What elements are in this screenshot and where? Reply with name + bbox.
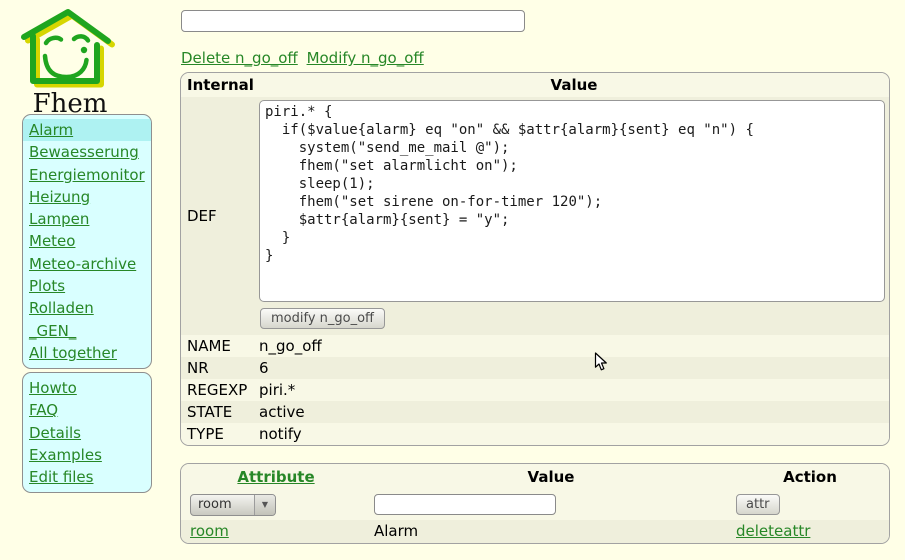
value-column-header: Value bbox=[371, 468, 731, 486]
internal-value: notify bbox=[259, 423, 889, 445]
sidebar-item-meteo[interactable]: Meteo bbox=[23, 230, 151, 252]
attributes-header-row: Attribute Value Action bbox=[181, 464, 889, 489]
attribute-controls-row: room ▼ attr bbox=[181, 489, 889, 520]
action-column-header: Action bbox=[731, 468, 889, 486]
internal-row-type: TYPE notify bbox=[181, 423, 889, 445]
internal-key: NAME bbox=[181, 335, 259, 357]
modify-device-link[interactable]: Modify n_go_off bbox=[307, 49, 424, 67]
chevron-down-icon: ▼ bbox=[254, 495, 275, 515]
attribute-row-room: room Alarm deleteattr bbox=[181, 520, 889, 543]
sidebar-item-bewaesserung[interactable]: Bewaesserung bbox=[23, 141, 151, 163]
internal-value: 6 bbox=[259, 357, 889, 379]
attribute-value-input[interactable] bbox=[374, 494, 556, 515]
attr-button[interactable]: attr bbox=[736, 494, 780, 515]
internal-value: n_go_off bbox=[259, 335, 889, 357]
attribute-column-header-link[interactable]: Attribute bbox=[237, 468, 314, 486]
def-row: DEF piri.* { if($value{alarm} eq "on" &&… bbox=[181, 97, 889, 335]
sidebar-item-heizung[interactable]: Heizung bbox=[23, 186, 151, 208]
smile-dot bbox=[81, 47, 87, 53]
modify-def-button[interactable]: modify n_go_off bbox=[260, 308, 385, 329]
internal-value: piri.* bbox=[259, 379, 889, 401]
attribute-select[interactable]: room ▼ bbox=[190, 494, 276, 516]
sidebar-item-lampen[interactable]: Lampen bbox=[23, 208, 151, 230]
sidebar-item-details[interactable]: Details bbox=[23, 422, 151, 444]
help-menu: Howto FAQ Details Examples Edit files bbox=[22, 372, 152, 493]
sidebar-item-rolladen[interactable]: Rolladen bbox=[23, 297, 151, 319]
attribute-value: Alarm bbox=[371, 520, 731, 543]
internal-key: TYPE bbox=[181, 423, 259, 445]
sidebar-item-edit-files[interactable]: Edit files bbox=[23, 466, 151, 488]
internal-key: REGEXP bbox=[181, 379, 259, 401]
internal-key: STATE bbox=[181, 401, 259, 423]
delete-device-link[interactable]: Delete n_go_off bbox=[181, 49, 298, 67]
attributes-table: Attribute Value Action room ▼ attr room … bbox=[180, 463, 890, 544]
sidebar-item-energiemonitor[interactable]: Energiemonitor bbox=[23, 164, 151, 186]
sidebar-item-gen[interactable]: _GEN_ bbox=[23, 320, 151, 342]
internal-value: active bbox=[259, 401, 889, 423]
def-label: DEF bbox=[181, 97, 259, 335]
value-column-header: Value bbox=[259, 76, 889, 94]
internal-row-nr: NR 6 bbox=[181, 357, 889, 379]
sidebar-item-plots[interactable]: Plots bbox=[23, 275, 151, 297]
room-menu: Alarm Bewaesserung Energiemonitor Heizun… bbox=[22, 114, 152, 369]
sidebar-item-meteo-archive[interactable]: Meteo-archive bbox=[23, 253, 151, 275]
fhem-house-icon bbox=[18, 5, 118, 89]
fhem-logo[interactable]: Fhem bbox=[18, 5, 122, 119]
device-action-links: Delete n_go_off Modify n_go_off bbox=[181, 49, 428, 67]
internal-column-header: Internal bbox=[181, 76, 259, 94]
sidebar-item-alarm[interactable]: Alarm bbox=[23, 119, 151, 141]
internal-row-name: NAME n_go_off bbox=[181, 335, 889, 357]
deleteattr-link[interactable]: deleteattr bbox=[736, 522, 810, 540]
command-input[interactable] bbox=[181, 10, 525, 32]
mouse-cursor bbox=[594, 352, 608, 376]
sidebar-item-faq[interactable]: FAQ bbox=[23, 399, 151, 421]
internal-row-regexp: REGEXP piri.* bbox=[181, 379, 889, 401]
sidebar-item-examples[interactable]: Examples bbox=[23, 444, 151, 466]
attribute-name-link[interactable]: room bbox=[190, 522, 229, 540]
internals-table: Internal Value DEF piri.* { if($value{al… bbox=[180, 72, 890, 446]
sidebar-item-all-together[interactable]: All together bbox=[23, 342, 151, 364]
internal-row-state: STATE active bbox=[181, 401, 889, 423]
attribute-select-value: room bbox=[191, 497, 254, 512]
def-code-textarea[interactable]: piri.* { if($value{alarm} eq "on" && $at… bbox=[259, 100, 885, 302]
sidebar-item-howto[interactable]: Howto bbox=[23, 377, 151, 399]
internals-header-row: Internal Value bbox=[181, 73, 889, 97]
internal-key: NR bbox=[181, 357, 259, 379]
